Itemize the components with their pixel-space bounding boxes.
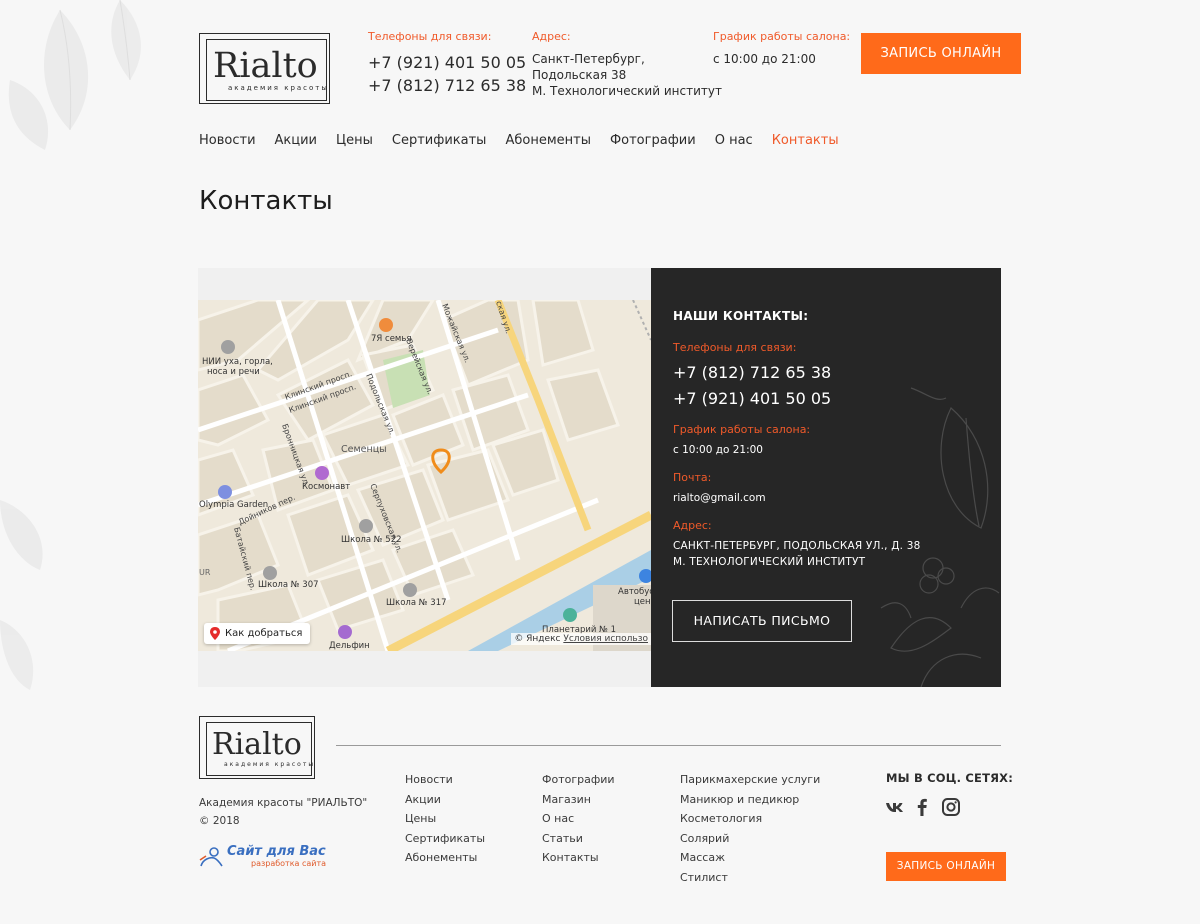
facebook-icon[interactable] xyxy=(914,797,930,817)
header-address: Адрес: Санкт-Петербург, Подольская 38 М.… xyxy=(532,30,722,99)
footer-company: Академия красоты "РИАЛЬТО" xyxy=(199,797,368,809)
footer-col-1: Новости Акции Цены Сертификаты Абонемент… xyxy=(405,770,485,868)
logo[interactable]: Rialto академия красоты xyxy=(199,33,330,104)
header-address-label: Адрес: xyxy=(532,30,571,43)
contacts-address-line: М. ТЕХНОЛОГИЧЕСКИЙ ИНСТИТУТ xyxy=(673,556,866,568)
map-label-ur: UR xyxy=(199,568,211,577)
header-phone-1[interactable]: +7 (921) 401 50 05 xyxy=(368,51,526,74)
footer-link[interactable]: Абонементы xyxy=(405,848,485,868)
contacts-email-label: Почта: xyxy=(673,471,712,484)
nav-item-photos[interactable]: Фотографии xyxy=(610,133,696,148)
footer-link[interactable]: Статьи xyxy=(542,829,615,849)
header-address-line: Подольская 38 xyxy=(532,68,627,82)
nav-item-certificates[interactable]: Сертификаты xyxy=(392,133,487,148)
logo-wordmark: Rialto xyxy=(213,46,318,86)
nav-item-subscriptions[interactable]: Абонементы xyxy=(505,133,591,148)
footer-link[interactable]: Солярий xyxy=(680,829,820,849)
nav-item-promotions[interactable]: Акции xyxy=(275,133,318,148)
footer-book-online-button[interactable]: ЗАПИСЬ ОНЛАЙН xyxy=(886,852,1006,881)
footer-link[interactable]: Контакты xyxy=(542,848,615,868)
footer-link[interactable]: Цены xyxy=(405,809,485,829)
footer-logo-tagline: академия красоты xyxy=(224,761,316,768)
header-hours-label: График работы салона: xyxy=(713,30,851,43)
footer-link[interactable]: Маникюр и педикюр xyxy=(680,790,820,810)
map-label-semency: Семенцы xyxy=(341,444,387,455)
yandex-map[interactable]: НИИ уха, горла, носа и речи 7Я семья Сем… xyxy=(198,300,651,651)
header-hours: График работы салона: с 10:00 до 21:00 xyxy=(713,30,850,67)
header-phone-2[interactable]: +7 (812) 712 65 38 xyxy=(368,74,526,97)
contacts-address-line: САНКТ-ПЕТЕРБУРГ, ПОДОЛЬСКАЯ УЛ., Д. 38 xyxy=(673,540,921,552)
vk-icon[interactable] xyxy=(885,797,905,817)
contacts-address-label: Адрес: xyxy=(673,519,712,532)
map-pin-icon xyxy=(210,627,220,640)
social-title: МЫ В СОЦ. СЕТЯХ: xyxy=(886,771,1014,785)
map-copyright: © Яндекс Условия использо xyxy=(511,633,651,645)
footer-link[interactable]: Акции xyxy=(405,790,485,810)
map-label-school-307: Школа № 307 xyxy=(258,580,319,590)
footer-link[interactable]: Массаж xyxy=(680,848,820,868)
map-label-school-317: Школа № 317 xyxy=(386,598,447,608)
header-address-line: Санкт-Петербург, xyxy=(532,52,645,66)
footer-year: © 2018 xyxy=(199,815,240,827)
book-online-button[interactable]: ЗАПИСЬ ОНЛАЙН xyxy=(861,33,1021,74)
map-terms-link[interactable]: Условия использо xyxy=(563,634,648,644)
contacts-email[interactable]: rialto@gmail.com xyxy=(673,492,766,504)
map-copyright-text: © Яндекс xyxy=(514,634,561,644)
logo-tagline: академия красоты xyxy=(228,84,329,92)
footer-link[interactable]: Новости xyxy=(405,770,485,790)
contacts-title: НАШИ КОНТАКТЫ: xyxy=(673,309,809,323)
developer-tagline: разработка сайта xyxy=(251,859,327,868)
footer-col-2: Фотографии Магазин О нас Статьи Контакты xyxy=(542,770,615,868)
map-label-nii-2: носа и речи xyxy=(207,367,260,377)
header-phones-label: Телефоны для связи: xyxy=(368,30,492,43)
footer-link[interactable]: Фотографии xyxy=(542,770,615,790)
footer-divider xyxy=(336,745,1001,746)
main-nav: Новости Акции Цены Сертификаты Абонемент… xyxy=(199,133,839,148)
developer-logo[interactable]: Сайт для Вас разработка сайта xyxy=(198,845,326,868)
footer-logo[interactable]: Rialto академия красоты xyxy=(199,716,315,779)
map-label-nii: НИИ уха, горла, xyxy=(202,357,273,367)
footer-logo-wordmark: Rialto xyxy=(212,727,302,762)
contacts-hours: с 10:00 до 21:00 xyxy=(673,444,763,456)
nav-item-prices[interactable]: Цены xyxy=(336,133,373,148)
footer-link[interactable]: Косметология xyxy=(680,809,820,829)
contacts-hours-label: График работы салона: xyxy=(673,423,811,436)
nav-item-news[interactable]: Новости xyxy=(199,133,256,148)
header-address-line: М. Технологический институт xyxy=(532,84,722,98)
footer-link[interactable]: Парикмахерские услуги xyxy=(680,770,820,790)
map-route-label: Как добраться xyxy=(225,628,303,639)
contacts-panel: НАШИ КОНТАКТЫ: Телефоны для связи: +7 (8… xyxy=(651,268,1001,687)
map-label-bus: Автобус xyxy=(618,587,651,597)
header-phones: Телефоны для связи: +7 (921) 401 50 05 +… xyxy=(368,30,526,97)
map-label-delfin: Дельфин xyxy=(329,641,370,651)
map-canvas: НИИ уха, горла, носа и речи 7Я семья Сем… xyxy=(198,300,651,651)
floral-decoration xyxy=(880,387,1000,687)
developer-name: Сайт для Вас xyxy=(227,844,326,859)
footer-link[interactable]: Магазин xyxy=(542,790,615,810)
decorative-leaves xyxy=(0,0,141,690)
write-letter-button[interactable]: НАПИСАТЬ ПИСЬМО xyxy=(672,600,852,642)
nav-item-contacts[interactable]: Контакты xyxy=(772,133,839,148)
contacts-phone-2[interactable]: +7 (921) 401 50 05 xyxy=(673,389,831,408)
contacts-phones-label: Телефоны для связи: xyxy=(673,341,797,354)
nav-item-about[interactable]: О нас xyxy=(715,133,753,148)
instagram-icon[interactable] xyxy=(941,797,961,817)
footer-link[interactable]: О нас xyxy=(542,809,615,829)
footer-link[interactable]: Сертификаты xyxy=(405,829,485,849)
footer-col-3: Парикмахерские услуги Маникюр и педикюр … xyxy=(680,770,820,888)
map-container: НИИ уха, горла, носа и речи 7Я семья Сем… xyxy=(198,268,651,687)
map-label-center: цен xyxy=(634,597,651,607)
developer-logo-icon xyxy=(199,846,223,866)
contacts-phone-1[interactable]: +7 (812) 712 65 38 xyxy=(673,363,831,382)
map-route-button[interactable]: Как добраться xyxy=(204,623,311,644)
footer-link[interactable]: Стилист xyxy=(680,868,820,888)
page-title: Контакты xyxy=(199,186,333,216)
header-hours-value: с 10:00 до 21:00 xyxy=(713,52,816,66)
